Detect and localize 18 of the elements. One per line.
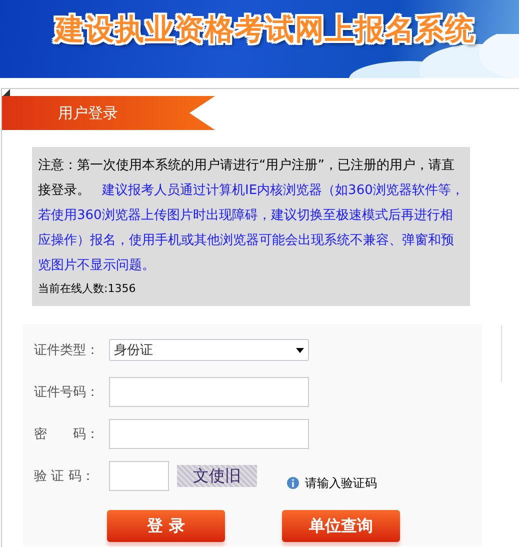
field-label: 证件号码： [34,384,100,401]
site-title: 建设执业资格考试网上报名系统 [55,11,475,48]
id-type-select[interactable]: 身份证 [109,339,309,361]
online-count: 当前在线人数:1356 [38,281,137,297]
unit-query-button[interactable]: 单位查询 [282,510,400,542]
captcha-field[interactable] [109,461,169,491]
field-label: 验 证 码： [34,468,96,485]
login-button[interactable]: 登 录 [107,510,225,542]
captcha-hint: 请输入验证码 [305,474,377,492]
password-field[interactable] [109,419,309,449]
notice-text: 注意：第一次使用本系统的用户请进行“用户注册”，已注册的用户，请直接登录。 建议报考人员通过计算机IE内核浏览器（如360浏览器软件等，若使用360浏览器上传图片时出现障碍，建议切换至极速模式后再进行相应操作）报名，使用手机或其他浏览器可能会出现系统不兼容、弹窗和预览图片不显示问题。 [38,157,464,275]
field-label: 密 码： [34,426,100,443]
field-label: 证件类型： [34,342,100,359]
captcha-image: 文使旧 [177,465,257,487]
id-number-field[interactable] [109,377,309,407]
section-title: 用户登录 [2,96,215,130]
info-icon [287,477,299,489]
dropdown-arrow-icon [296,348,304,352]
